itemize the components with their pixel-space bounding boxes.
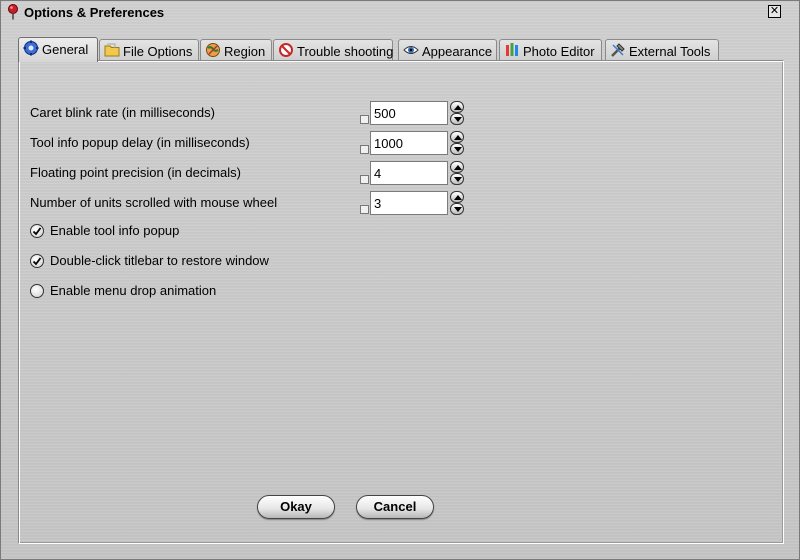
arrow-down-icon bbox=[454, 177, 462, 182]
window-title: Options & Preferences bbox=[24, 5, 165, 20]
arrow-down-icon bbox=[454, 207, 462, 212]
tab-strip: General File Options Region Trouble shoo… bbox=[18, 37, 784, 62]
title-bar[interactable]: Options & Preferences ✕ bbox=[1, 1, 799, 25]
caret-blink-rate-label: Caret blink rate (in milliseconds) bbox=[30, 105, 215, 120]
options-window: Options & Preferences ✕ General File Opt… bbox=[0, 0, 800, 560]
checkmark-icon bbox=[32, 227, 42, 236]
cancel-button[interactable]: Cancel bbox=[356, 495, 434, 519]
tab-general[interactable]: General bbox=[18, 37, 98, 62]
dropdown-marker-icon[interactable] bbox=[360, 115, 369, 124]
arrow-down-icon bbox=[454, 147, 462, 152]
tool-info-delay-label: Tool info popup delay (in milliseconds) bbox=[30, 135, 250, 150]
tab-appearance[interactable]: Appearance bbox=[398, 39, 497, 61]
tab-label: General bbox=[42, 42, 89, 57]
brushes-icon bbox=[504, 42, 520, 58]
option-double-click-titlebar[interactable]: Double-click titlebar to restore window bbox=[30, 253, 290, 269]
float-precision-label: Floating point precision (in decimals) bbox=[30, 165, 241, 180]
tab-label: Region bbox=[224, 44, 266, 59]
tool-info-delay-spinner[interactable] bbox=[450, 131, 464, 155]
dropdown-marker-icon[interactable] bbox=[360, 175, 369, 184]
arrow-down-icon bbox=[454, 117, 462, 122]
spin-up-button[interactable] bbox=[450, 161, 464, 173]
spin-down-button[interactable] bbox=[450, 173, 464, 185]
tab-label: File Options bbox=[123, 44, 193, 59]
tool-info-delay-input[interactable] bbox=[370, 131, 448, 155]
tab-label: External Tools bbox=[629, 44, 711, 59]
tab-photo-editor[interactable]: Photo Editor bbox=[499, 39, 602, 61]
folder-icon bbox=[104, 42, 120, 58]
tools-icon bbox=[610, 42, 626, 58]
dropdown-marker-icon[interactable] bbox=[360, 205, 369, 214]
float-precision-input[interactable] bbox=[370, 161, 448, 185]
tab-label: Photo Editor bbox=[523, 44, 595, 59]
close-button[interactable]: ✕ bbox=[768, 5, 781, 18]
pin-icon bbox=[6, 4, 20, 20]
okay-button[interactable]: Okay bbox=[257, 495, 335, 519]
spin-up-button[interactable] bbox=[450, 101, 464, 113]
option-label: Enable menu drop animation bbox=[50, 283, 217, 298]
close-icon: ✕ bbox=[769, 5, 780, 17]
option-enable-tool-info[interactable]: Enable tool info popup bbox=[30, 223, 230, 239]
caret-blink-rate-spinner[interactable] bbox=[450, 101, 464, 125]
arrow-up-icon bbox=[454, 195, 462, 200]
option-label: Enable tool info popup bbox=[50, 223, 180, 238]
scroll-units-label: Number of units scrolled with mouse whee… bbox=[30, 195, 278, 210]
scroll-units-input[interactable] bbox=[370, 191, 448, 215]
checkbox[interactable] bbox=[30, 284, 44, 298]
globe-icon bbox=[205, 42, 221, 58]
gear-icon bbox=[23, 40, 39, 56]
option-label: Double-click titlebar to restore window bbox=[50, 253, 269, 268]
arrow-up-icon bbox=[454, 165, 462, 170]
checkbox[interactable] bbox=[30, 224, 44, 238]
spin-up-button[interactable] bbox=[450, 191, 464, 203]
dropdown-marker-icon[interactable] bbox=[360, 145, 369, 154]
tab-file-options[interactable]: File Options bbox=[99, 39, 199, 61]
tab-external-tools[interactable]: External Tools bbox=[605, 39, 719, 61]
no-entry-icon bbox=[278, 42, 294, 58]
spin-down-button[interactable] bbox=[450, 143, 464, 155]
tab-label: Trouble shooting bbox=[297, 44, 394, 59]
spin-down-button[interactable] bbox=[450, 113, 464, 125]
arrow-up-icon bbox=[454, 135, 462, 140]
checkbox[interactable] bbox=[30, 254, 44, 268]
tab-label: Appearance bbox=[422, 44, 493, 59]
tab-region[interactable]: Region bbox=[200, 39, 272, 61]
caret-blink-rate-input[interactable] bbox=[370, 101, 448, 125]
tab-trouble-shooting[interactable]: Trouble shooting bbox=[273, 39, 393, 61]
float-precision-spinner[interactable] bbox=[450, 161, 464, 185]
eye-icon bbox=[403, 42, 419, 58]
arrow-up-icon bbox=[454, 105, 462, 110]
scroll-units-spinner[interactable] bbox=[450, 191, 464, 215]
spin-up-button[interactable] bbox=[450, 131, 464, 143]
option-menu-drop-animation[interactable]: Enable menu drop animation bbox=[30, 283, 230, 299]
spin-down-button[interactable] bbox=[450, 203, 464, 215]
checkmark-icon bbox=[32, 257, 42, 266]
